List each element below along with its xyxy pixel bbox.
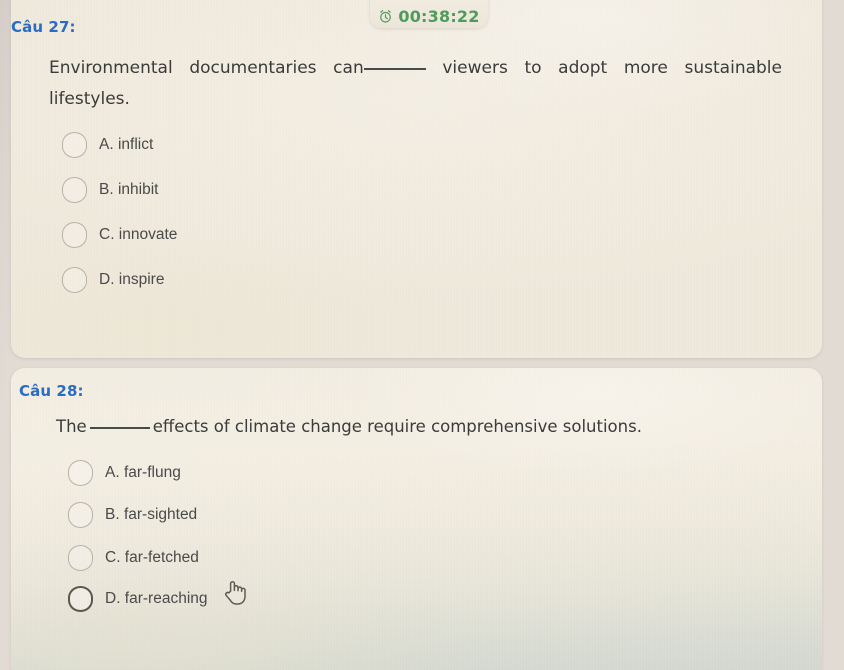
option-28-a-label: A. far-flung [105,464,181,481]
option-28-d-label: D. far-reaching [105,590,208,607]
quiz-screen: Câu 27: Environmental documentaries can … [0,0,844,670]
timer-value: 00:38:22 [398,7,480,26]
radio-28-b[interactable] [68,502,93,528]
alarm-clock-icon [380,10,392,23]
option-27-a-label: A. inflict [99,136,154,153]
question-28-text-before: The [56,417,87,436]
radio-28-a[interactable] [68,460,93,486]
option-28-a[interactable]: A. far-flung [68,460,181,486]
option-27-c[interactable]: C. innovate [62,222,177,248]
question-28-text: The effects of climate change require com… [56,411,796,442]
option-27-c-label: C. innovate [99,226,178,243]
question-27-blank [363,57,426,70]
option-28-b[interactable]: B. far-sighted [68,502,197,528]
option-28-b-label: B. far-sighted [105,506,198,523]
option-28-c-label: C. far-fetched [105,549,199,566]
question-27-text: Environmental documentaries can viewers … [49,53,782,146]
radio-28-d[interactable] [68,586,93,612]
exam-timer: 00:38:22 [370,0,488,28]
radio-27-b[interactable] [62,177,87,203]
radio-27-a[interactable] [62,132,87,158]
radio-28-c[interactable] [68,545,93,571]
question-27-label: Câu 27: [11,18,76,36]
question-28-blank [89,417,150,429]
option-27-a[interactable]: A. inflict [62,132,153,158]
question-28-label: Câu 28: [19,382,84,400]
option-27-b-label: B. inhibit [99,181,159,198]
option-27-d[interactable]: D. inspire [62,267,164,293]
radio-27-c[interactable] [62,222,87,248]
option-27-b[interactable]: B. inhibit [62,177,158,203]
question-28-text-after: effects of climate change require compre… [152,417,642,436]
question-27-text-before: Environmental documentaries can [49,58,364,78]
option-28-c[interactable]: C. far-fetched [68,545,199,571]
radio-27-d[interactable] [62,267,87,293]
option-27-d-label: D. inspire [99,271,165,288]
option-28-d[interactable]: D. far-reaching [68,586,208,612]
